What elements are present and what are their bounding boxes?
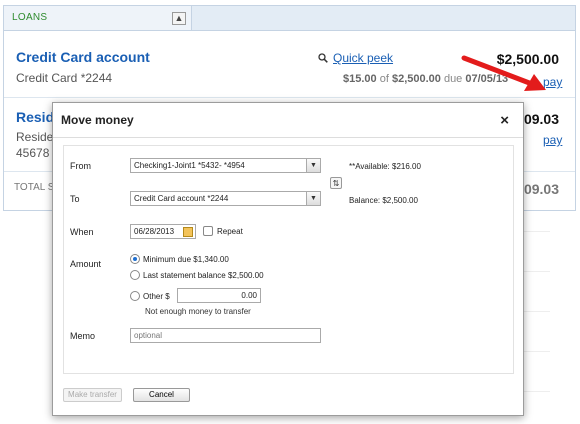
cancel-button[interactable]: Cancel [133,388,190,402]
dialog-title: Move money [61,113,134,127]
due-min: $15.00 [343,73,377,85]
memo-input[interactable]: optional [130,328,321,343]
date-input[interactable]: 06/28/2013 [130,224,196,239]
when-label: When [70,227,94,237]
red-arrow-icon [461,55,546,91]
radio-last-statement[interactable] [130,270,140,280]
repeat-label: Repeat [217,227,243,236]
account-subtitle-residential: Reside [16,130,54,144]
balance-text: Balance: $2,500.00 [349,196,418,205]
due-of: of [376,73,392,85]
memo-placeholder: optional [134,331,163,340]
from-select[interactable]: Checking1-Joint1 *5432- *4954 ▼ [130,158,321,173]
make-transfer-button[interactable]: Make transfer [63,388,122,402]
radio-minimum-due[interactable] [130,254,140,264]
account-name-residential[interactable]: Resid [16,109,54,125]
dialog-header: Move money × [53,103,523,138]
chevron-down-icon: ▼ [306,192,320,205]
tab-loans-label: LOANS [12,12,48,23]
option-last-statement: Last statement balance $2,500.00 [143,271,264,280]
swap-icon[interactable]: ⇅ [330,177,342,189]
to-select[interactable]: Credit Card account *2244 ▼ [130,191,321,206]
search-icon [318,53,328,63]
account-number-residential: 45678 [16,146,50,160]
chevron-down-icon: ▼ [306,159,320,172]
calendar-icon[interactable] [183,227,193,237]
account-balance-residential: 09.03 [523,111,559,127]
tab-loans[interactable]: LOANS ▲ [4,6,192,31]
other-amount-input[interactable]: 0.00 [177,288,261,303]
to-select-value: Credit Card account *2244 [134,194,229,203]
account-name-credit-card[interactable]: Credit Card account [16,49,150,65]
total-label: TOTAL S [14,182,55,193]
repeat-checkbox[interactable] [203,226,213,236]
collapse-up-icon[interactable]: ▲ [172,12,186,25]
memo-label: Memo [70,331,96,341]
due-total: $2,500.00 [391,73,441,85]
date-value: 06/28/2013 [134,227,175,236]
option-minimum-due: Minimum due $1,340.00 [143,255,229,264]
close-icon[interactable]: × [500,112,509,129]
quick-peek-link[interactable]: Quick peek [333,51,393,65]
panel-header-band [191,6,575,31]
divider [4,97,575,98]
move-money-dialog: Move money × From Checking1-Joint1 *5432… [52,102,524,416]
from-label: From [70,161,91,171]
pay-link-residential[interactable]: pay [543,133,562,147]
amount-label: Amount [70,259,102,269]
to-label: To [70,194,80,204]
other-amount-value: 0.00 [241,291,257,300]
dialog-body: From Checking1-Joint1 *5432- *4954 ▼ **A… [63,145,514,374]
account-subtitle: Credit Card *2244 [16,71,113,85]
available-text: **Available: $216.00 [349,162,421,171]
option-other: Other $ [143,292,170,301]
radio-other[interactable] [130,291,140,301]
from-select-value: Checking1-Joint1 *5432- *4954 [134,161,245,170]
warning-text: Not enough money to transfer [145,307,251,316]
